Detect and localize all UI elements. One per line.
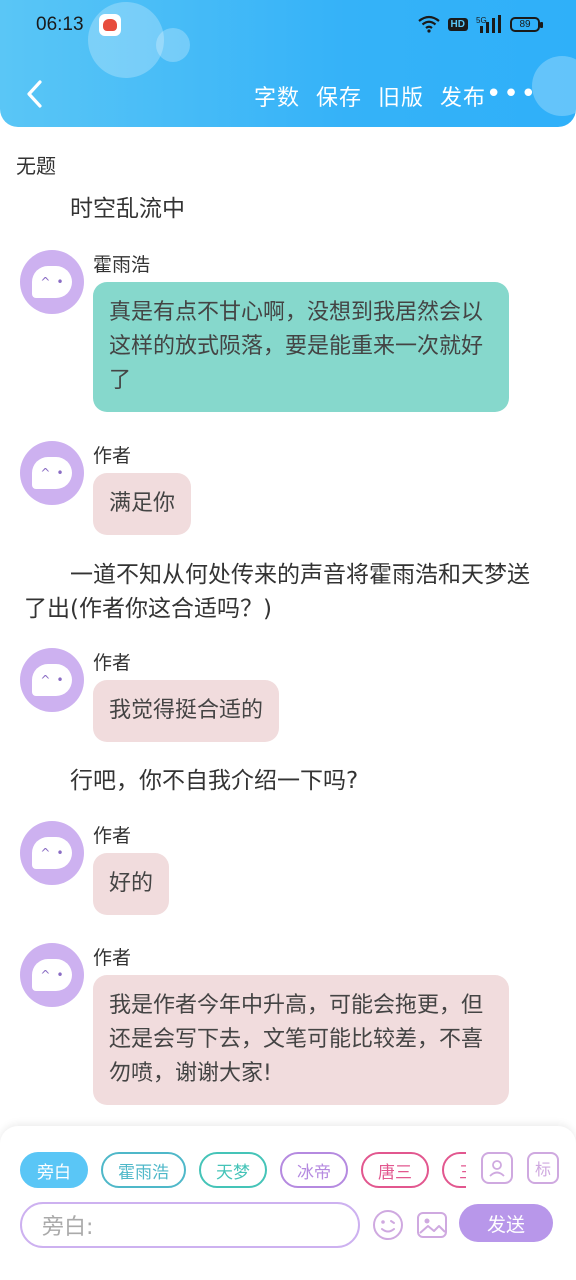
- narration-text: 时空乱流中: [70, 196, 185, 222]
- role-chip[interactable]: 天梦: [199, 1152, 267, 1188]
- nav-bar: 字数 保存 旧版 发布 •••: [0, 70, 576, 124]
- message-bubble[interactable]: 真是有点不甘心啊，没想到我居然会以这样的放式陨落，要是能重来一次就好了: [93, 282, 509, 412]
- back-button[interactable]: [16, 76, 52, 112]
- signal-icon: 5G: [476, 15, 501, 33]
- role-chip[interactable]: 唐三: [361, 1152, 429, 1188]
- avatar[interactable]: ^ •: [20, 943, 84, 1007]
- chat-bubble-face-icon: ^ •: [32, 266, 72, 298]
- old-version-button[interactable]: 旧版: [378, 80, 424, 112]
- avatar[interactable]: ^ •: [20, 441, 84, 505]
- avatar[interactable]: ^ •: [20, 821, 84, 885]
- role-chip[interactable]: 冰帝: [280, 1152, 348, 1188]
- narration-text: 行吧，你不自我介绍一下吗?: [70, 768, 359, 794]
- chat-bubble-face-icon: ^ •: [32, 837, 72, 869]
- message-input[interactable]: 旁白:: [20, 1202, 360, 1248]
- word-count-button[interactable]: 字数: [254, 80, 300, 112]
- avatar[interactable]: ^ •: [20, 250, 84, 314]
- emoji-button[interactable]: [371, 1208, 405, 1242]
- status-bar: 06:13 HD 5G 89: [0, 0, 576, 50]
- status-time: 06:13: [36, 14, 84, 35]
- speaker-name: 作者: [93, 825, 132, 847]
- role-chip-list[interactable]: 旁白 霍雨浩 天梦 冰帝 唐三 三: [20, 1152, 466, 1190]
- wifi-icon: [417, 15, 440, 33]
- publish-button[interactable]: 发布: [440, 80, 486, 112]
- battery-icon: 89: [510, 16, 543, 32]
- narration-text: 一道不知从何处传来的声音将霍雨浩和天梦送了出(作者你这合适吗？): [24, 562, 530, 622]
- smiley-icon: [373, 1210, 403, 1240]
- save-button[interactable]: 保存: [316, 80, 362, 112]
- role-chip[interactable]: 霍雨浩: [101, 1152, 186, 1188]
- message-bubble[interactable]: 满足你: [93, 473, 192, 535]
- speaker-name: 作者: [93, 445, 132, 467]
- avatar[interactable]: ^ •: [20, 648, 84, 712]
- message-bubble[interactable]: 我是作者今年中升高，可能会拖更，但还是会写下去，文笔可能比较差，不喜勿喷，谢谢大…: [93, 975, 509, 1105]
- chat-bubble-face-icon: ^ •: [32, 959, 72, 991]
- chat-bubble-face-icon: ^ •: [32, 664, 72, 696]
- message-bubble[interactable]: 我觉得挺合适的: [93, 680, 280, 742]
- speaker-name: 作者: [93, 652, 132, 674]
- message-bubble[interactable]: 好的: [93, 853, 170, 915]
- app-notification-icon: [99, 14, 121, 36]
- input-panel: 旁白 霍雨浩 天梦 冰帝 唐三 三 标 旁白: 发送: [0, 1126, 576, 1280]
- hd-badge: HD: [447, 17, 468, 31]
- top-header: 06:13 HD 5G 89 字数 保存 旧版 发布 •••: [0, 0, 576, 127]
- speaker-name: 作者: [93, 947, 132, 969]
- story-title: 无题: [16, 154, 56, 178]
- chevron-left-icon: [27, 80, 42, 108]
- image-button[interactable]: [415, 1208, 449, 1242]
- person-card-icon: [489, 1160, 505, 1177]
- status-icons: HD 5G 89: [417, 15, 543, 33]
- tag-button[interactable]: 标: [527, 1152, 559, 1184]
- image-icon: [417, 1212, 447, 1238]
- svg-text:5G: 5G: [476, 16, 487, 25]
- send-button[interactable]: 发送: [459, 1204, 553, 1242]
- chat-bubble-face-icon: ^ •: [32, 457, 72, 489]
- role-chip-narration[interactable]: 旁白: [20, 1152, 88, 1188]
- speaker-name: 霍雨浩: [93, 254, 151, 276]
- role-manage-button[interactable]: [481, 1152, 513, 1184]
- nav-actions: 字数 保存 旧版 发布: [254, 80, 486, 112]
- role-chip[interactable]: 三: [442, 1152, 466, 1188]
- more-menu-button[interactable]: •••: [486, 81, 538, 107]
